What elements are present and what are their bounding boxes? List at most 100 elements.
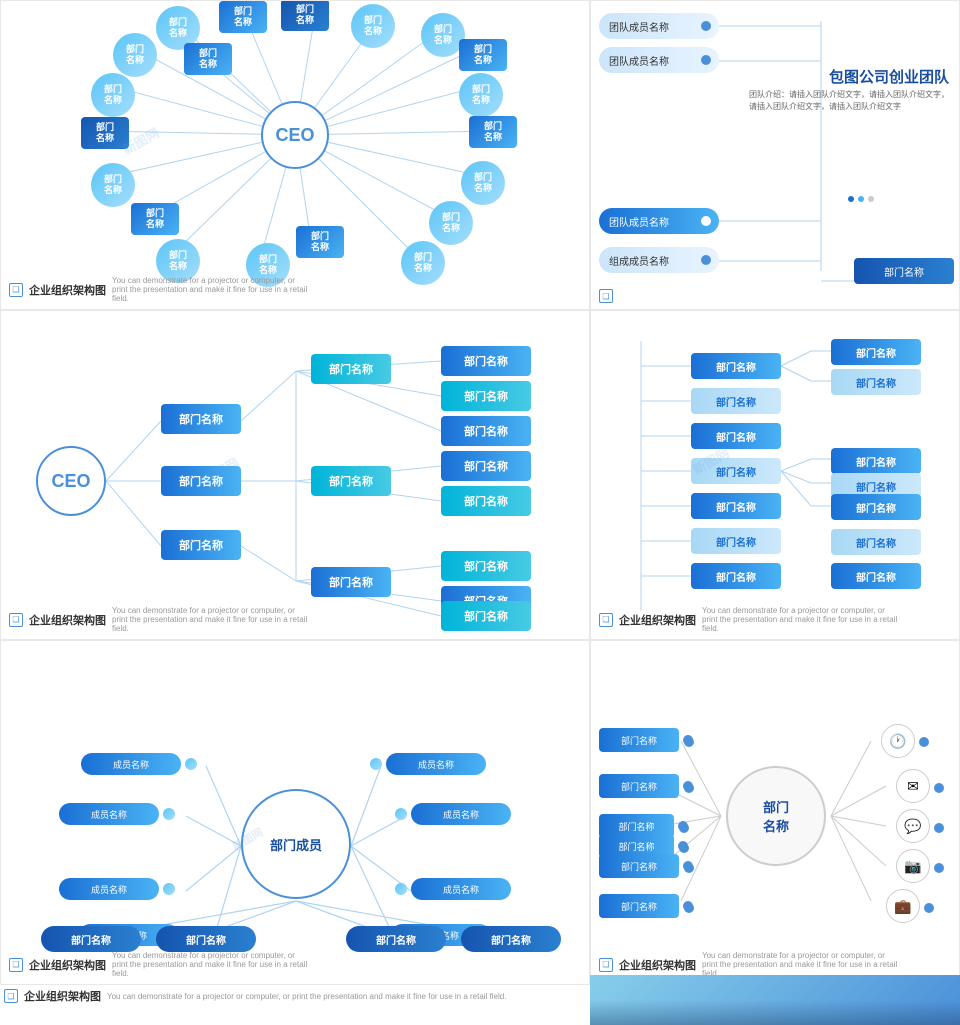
dept-1: 部门名称 (161, 404, 241, 434)
p6-dot (684, 903, 694, 913)
dept-node: 部门名称 (131, 203, 179, 235)
p4-node-r: 部门名称 (831, 529, 921, 555)
sub-1c: 部门名称 (441, 416, 531, 446)
p4-node: 部门名称 (691, 423, 781, 449)
photo-strip (590, 975, 960, 1025)
sub-2b: 部门名称 (441, 486, 531, 516)
p6-dot (679, 843, 689, 853)
p4-node-r: 部门名称 (831, 339, 921, 365)
panel-3-label: ❑ 企业组织架构图 You can demonstrate for a proj… (9, 606, 312, 633)
p6-dot-r (934, 863, 944, 873)
sub-3a: 部门名称 (441, 551, 531, 581)
p6-dot (684, 783, 694, 793)
icon-clock: 🕐 (881, 724, 915, 758)
dept-node: 部门名称 (91, 73, 135, 117)
label-icon: ❑ (9, 613, 23, 627)
p4-node-r: 部门名称 (831, 369, 921, 395)
dept-node: 部门名称 (91, 163, 135, 207)
panel-5-dept: 部门成员 成员名称 成员名称 成员名称 成员名称 成员名称 成员名称 成员名称 … (0, 640, 590, 985)
label-icon: ❑ (599, 289, 613, 303)
panel-6-dept: 部门名称 部门名称 部门名称 部门名称 部门名称 部门名称 部门名称 🕐 ✉ 💬… (590, 640, 960, 985)
dept-node: 部门名称 (296, 226, 344, 258)
panel-6-label: ❑ 企业组织架构图 You can demonstrate for a proj… (599, 951, 902, 978)
label-icon-5b: ❑ (4, 989, 18, 1003)
panel-5-label: ❑ 企业组织架构图 You can demonstrate for a proj… (9, 951, 312, 978)
dept-node-bottom: 部门名称 (461, 926, 561, 952)
sub-1a: 部门名称 (441, 346, 531, 376)
p6-dot (679, 823, 689, 833)
p6-bar: 部门名称 (599, 774, 679, 798)
panel-4-org: 部门名称 部门名称 部门名称 部门名称 部门名称 部门名称 部门名称 部门名称 … (590, 310, 960, 640)
p6-dot-r (919, 737, 929, 747)
dept-node-bottom: 部门名称 (41, 926, 141, 952)
panel-2-label: ❑ (599, 289, 613, 303)
member-node: 成员名称 (81, 753, 181, 775)
dept-node: 部门名称 (459, 73, 503, 117)
p6-bar: 部门名称 (599, 894, 679, 918)
panel-1-label: ❑ 企业组织架构图 You can demonstrate for a proj… (9, 276, 312, 303)
dots-indicator (848, 196, 874, 202)
label-icon: ❑ (9, 283, 23, 297)
p6-dot (684, 863, 694, 873)
member-bar-4: 组成成员名称 (599, 247, 719, 273)
dept-bar: 部门名称 (854, 258, 954, 284)
member-node: 成员名称 (411, 803, 511, 825)
dept-node: 部门名称 (429, 201, 473, 245)
photo-overlay (590, 1000, 960, 1025)
dept-node: 部门名称 (469, 116, 517, 148)
panel-2-team: 包图公司创业团队 团队介绍：请插入团队介绍文字，请插入团队介绍文字，请插入团队介… (590, 0, 960, 310)
sub-2: 部门名称 (311, 466, 391, 496)
p4-node-r: 部门名称 (831, 494, 921, 520)
panel-3-org: CEO 部门名称 部门名称 部门名称 部门名称 部门名称 部门名称 部门名称 部… (0, 310, 590, 640)
label-icon: ❑ (599, 613, 613, 627)
sub-3: 部门名称 (311, 567, 391, 597)
ceo-node: CEO (261, 101, 329, 169)
dept-node-bottom: 部门名称 (346, 926, 446, 952)
p6-dot-r (924, 903, 934, 913)
dept-node-bottom: 部门名称 (156, 926, 256, 952)
member-node: 成员名称 (411, 878, 511, 900)
p4-node-r: 部门名称 (831, 563, 921, 589)
label-icon: ❑ (599, 958, 613, 972)
member-bar-1: 团队成员名称 (599, 13, 719, 39)
dot-2 (858, 196, 864, 202)
team-title: 包图公司创业团队 (829, 66, 949, 87)
icon-camera: 📷 (896, 849, 930, 883)
panel-5b-label-desc: You can demonstrate for a projector or c… (107, 992, 506, 1001)
p4-node: 部门名称 (691, 388, 781, 414)
sub-1b: 部门名称 (441, 381, 531, 411)
dept-node: 部门名称 (461, 161, 505, 205)
p4-node: 部门名称 (691, 493, 781, 519)
member-node: 成员名称 (59, 803, 159, 825)
dot-3 (868, 196, 874, 202)
dept-circle: 部门名称 (726, 766, 826, 866)
p4-node-r: 部门名称 (831, 448, 921, 474)
dept-node: 部门名称 (184, 43, 232, 75)
icon-chat: 💬 (896, 809, 930, 843)
p6-dot-r (934, 823, 944, 833)
sub-3c: 部门名称 (441, 601, 531, 631)
p4-node: 部门名称 (691, 458, 781, 484)
panel-4-label: ❑ 企业组织架构图 You can demonstrate for a proj… (599, 606, 902, 633)
panel-5-bottom-label: ❑ 企业组织架构图 You can demonstrate for a proj… (4, 988, 506, 1004)
panel-1-mindmap: CEO 部门名称 部门名称 部门名称 部门名称 部门名称 部门名称 部门名称 部… (0, 0, 590, 310)
dept-node: 部门名称 (113, 33, 157, 77)
p6-bar: 部门名称 (599, 854, 679, 878)
member-bar-3: 团队成员名称 (599, 208, 719, 234)
dept-members-circle: 部门成员 (241, 789, 351, 899)
panel-5b-label-text: 企业组织架构图 (24, 988, 101, 1004)
member-node: 成员名称 (386, 753, 486, 775)
dept-3: 部门名称 (161, 530, 241, 560)
dept-node: 部门名称 (219, 1, 267, 33)
sub-1: 部门名称 (311, 354, 391, 384)
p6-dot-r (934, 783, 944, 793)
member-node: 成员名称 (59, 878, 159, 900)
dept-node: 部门名称 (351, 4, 395, 48)
ceo-node: CEO (36, 446, 106, 516)
p4-node: 部门名称 (691, 563, 781, 589)
icon-mail: ✉ (896, 769, 930, 803)
dept-node: 部门名称 (81, 117, 129, 149)
team-desc: 团队介绍：请插入团队介绍文字，请插入团队介绍文字，请插入团队介绍文字，请插入团队… (749, 89, 949, 113)
dept-node: 部门名称 (401, 241, 445, 285)
label-icon: ❑ (9, 958, 23, 972)
